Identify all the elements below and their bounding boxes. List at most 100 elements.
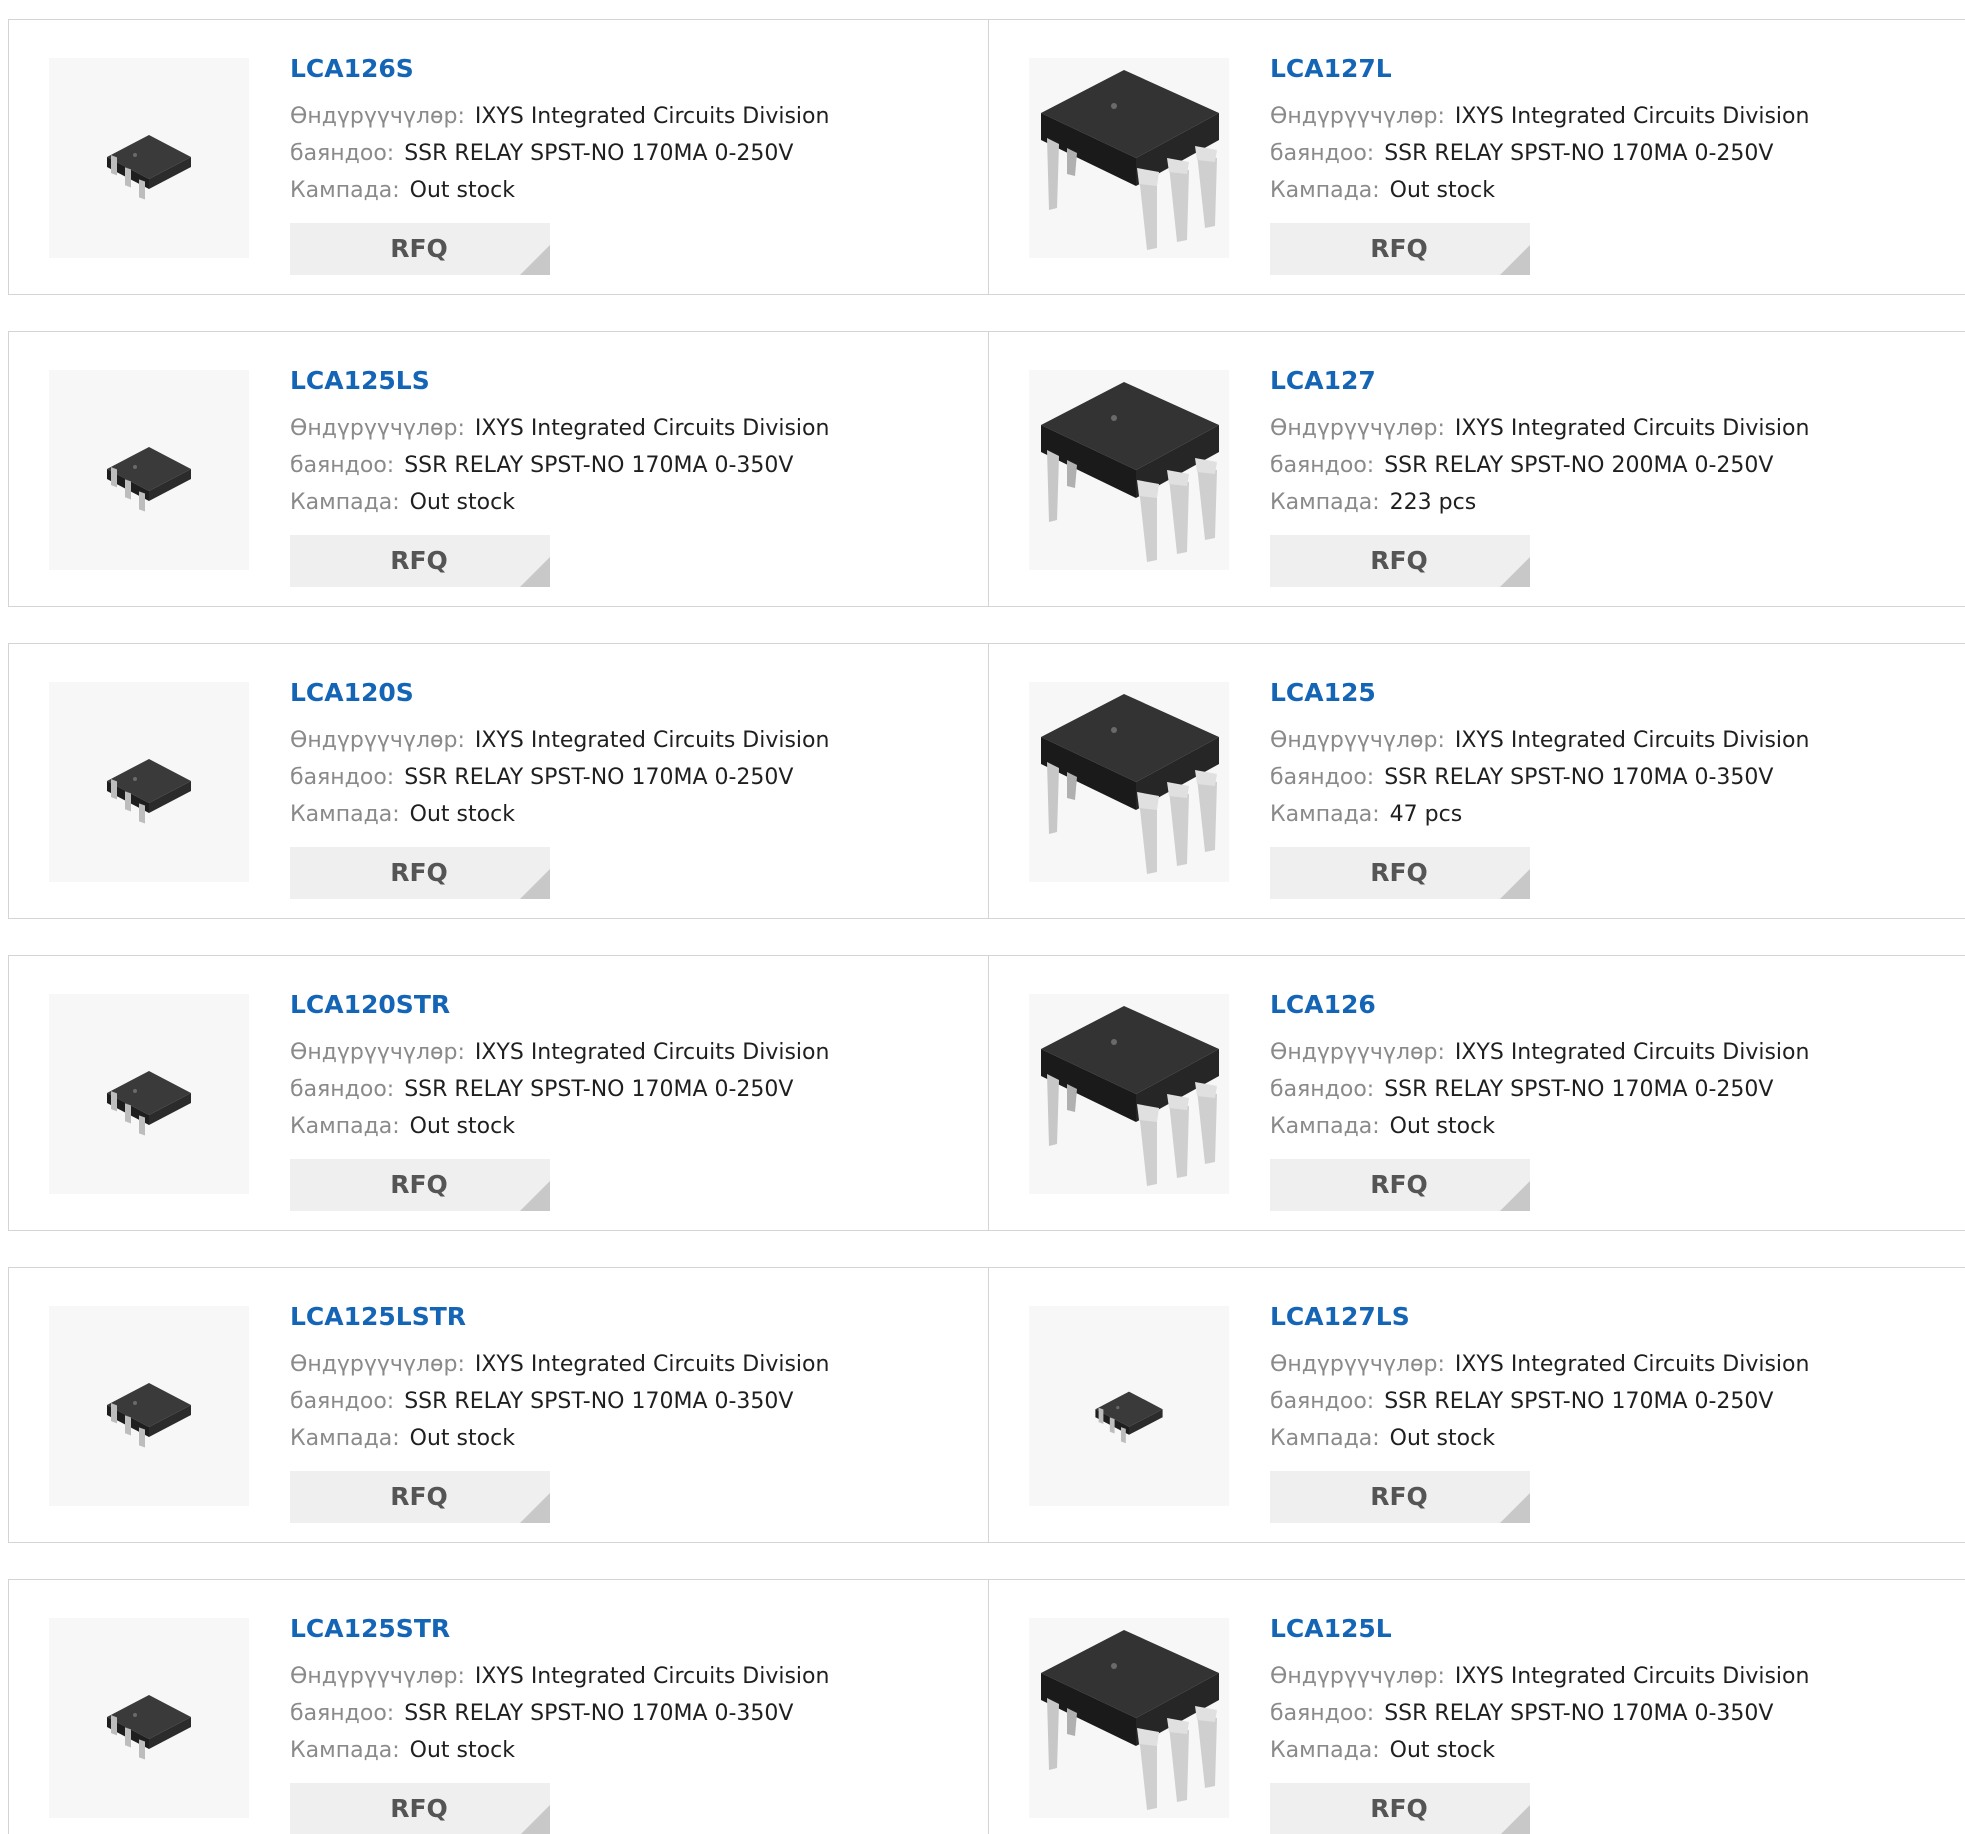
product-info: LCA125L Өндүрүүчүлөр: IXYS Integrated Cir… — [1270, 1612, 1930, 1769]
stock-label: Кампада: — [1270, 802, 1380, 827]
manufacturer-line: Өндүрүүчүлөр: IXYS Integrated Circuits Di… — [290, 98, 950, 135]
corner-triangle-icon — [1500, 1493, 1530, 1523]
product-info: LCA120STR Өндүрүүчүлөр: IXYS Integrated C… — [290, 988, 950, 1145]
rfq-button[interactable]: RFQ — [1270, 1783, 1530, 1834]
description-value: SSR RELAY SPST-NO 170MA 0-350V — [404, 453, 794, 478]
stock-value: Out stock — [409, 490, 515, 515]
rfq-label: RFQ — [1370, 546, 1428, 575]
manufacturer-label: Өндүрүүчүлөр: — [290, 728, 465, 753]
rfq-button[interactable]: RFQ — [1270, 1159, 1530, 1211]
manufacturer-label: Өндүрүүчүлөр: — [1270, 1352, 1445, 1377]
rfq-label: RFQ — [1370, 1794, 1428, 1823]
stock-label: Кампада: — [290, 490, 400, 515]
product-info: LCA125LSTR Өндүрүүчүлөр: IXYS Integrated … — [290, 1300, 950, 1457]
rfq-button[interactable]: RFQ — [290, 847, 550, 899]
part-number-link[interactable]: LCA125 — [1270, 676, 1930, 710]
dip-large-icon[interactable] — [1029, 370, 1229, 570]
manufacturer-label: Өндүрүүчүлөр: — [290, 1352, 465, 1377]
rfq-label: RFQ — [1370, 234, 1428, 263]
rfq-button[interactable]: RFQ — [1270, 223, 1530, 275]
smd-small-icon[interactable] — [49, 1618, 249, 1818]
dip-large-icon[interactable] — [1029, 1618, 1229, 1818]
product-card: LCA126 Өндүрүүчүлөр: IXYS Integrated Circ… — [988, 956, 1965, 1230]
description-value: SSR RELAY SPST-NO 170MA 0-350V — [1384, 1701, 1774, 1726]
manufacturer-line: Өндүрүүчүлөр: IXYS Integrated Circuits Di… — [1270, 98, 1930, 135]
stock-line: Кампада: Out stock — [1270, 1420, 1930, 1457]
product-card: LCA127 Өндүрүүчүлөр: IXYS Integrated Circ… — [988, 332, 1965, 606]
smd-small-icon[interactable] — [1029, 1306, 1229, 1506]
product-row: LCA120S Өндүрүүчүлөр: IXYS Integrated Cir… — [8, 643, 1965, 919]
description-line: баяндоо: SSR RELAY SPST-NO 170MA 0-350V — [290, 1383, 950, 1420]
manufacturer-value: IXYS Integrated Circuits Division — [1454, 1352, 1810, 1377]
product-card: LCA125 Өндүрүүчүлөр: IXYS Integrated Circ… — [988, 644, 1965, 918]
part-number-link[interactable]: LCA125LSTR — [290, 1300, 950, 1334]
product-card: LCA127L Өндүрүүчүлөр: IXYS Integrated Cir… — [988, 20, 1965, 294]
product-row: LCA126S Өндүрүүчүлөр: IXYS Integrated Cir… — [8, 19, 1965, 295]
part-number-link[interactable]: LCA125STR — [290, 1612, 950, 1646]
corner-triangle-icon — [520, 1493, 550, 1523]
description-label: баяндоо: — [1270, 453, 1375, 478]
description-line: баяндоо: SSR RELAY SPST-NO 170MA 0-350V — [290, 447, 950, 484]
smd-small-icon[interactable] — [49, 370, 249, 570]
rfq-button[interactable]: RFQ — [290, 1471, 550, 1523]
product-card: LCA120S Өндүрүүчүлөр: IXYS Integrated Cir… — [9, 644, 988, 918]
rfq-label: RFQ — [390, 858, 448, 887]
part-number-link[interactable]: LCA127L — [1270, 52, 1930, 86]
corner-triangle-icon — [520, 869, 550, 899]
part-number-link[interactable]: LCA126 — [1270, 988, 1930, 1022]
part-number-link[interactable]: LCA127 — [1270, 364, 1930, 398]
manufacturer-value: IXYS Integrated Circuits Division — [474, 728, 830, 753]
product-card: LCA125STR Өндүрүүчүлөр: IXYS Integrated C… — [9, 1580, 988, 1834]
stock-value: 47 pcs — [1389, 802, 1463, 827]
stock-label: Кампада: — [1270, 1426, 1380, 1451]
product-card: LCA120STR Өндүрүүчүлөр: IXYS Integrated C… — [9, 956, 988, 1230]
part-number-link[interactable]: LCA120S — [290, 676, 950, 710]
corner-triangle-icon — [1500, 869, 1530, 899]
manufacturer-value: IXYS Integrated Circuits Division — [1454, 416, 1810, 441]
rfq-button[interactable]: RFQ — [290, 535, 550, 587]
part-number-link[interactable]: LCA127LS — [1270, 1300, 1930, 1334]
stock-label: Кампада: — [1270, 490, 1380, 515]
stock-label: Кампада: — [1270, 178, 1380, 203]
part-number-link[interactable]: LCA125LS — [290, 364, 950, 398]
product-info: LCA126S Өндүрүүчүлөр: IXYS Integrated Cir… — [290, 52, 950, 209]
manufacturer-line: Өндүрүүчүлөр: IXYS Integrated Circuits Di… — [1270, 1034, 1930, 1071]
product-row: LCA120STR Өндүрүүчүлөр: IXYS Integrated C… — [8, 955, 1965, 1231]
stock-value: Out stock — [1389, 178, 1495, 203]
dip-large-icon[interactable] — [1029, 994, 1229, 1194]
rfq-button[interactable]: RFQ — [290, 1159, 550, 1211]
manufacturer-label: Өндүрүүчүлөр: — [290, 1664, 465, 1689]
description-label: баяндоо: — [1270, 1389, 1375, 1414]
manufacturer-line: Өндүрүүчүлөр: IXYS Integrated Circuits Di… — [1270, 1658, 1930, 1695]
product-row: LCA125LSTR Өндүрүүчүлөр: IXYS Integrated … — [8, 1267, 1965, 1543]
smd-small-icon[interactable] — [49, 994, 249, 1194]
manufacturer-label: Өндүрүүчүлөр: — [1270, 104, 1445, 129]
dip-large-icon[interactable] — [1029, 58, 1229, 258]
description-value: SSR RELAY SPST-NO 170MA 0-350V — [404, 1389, 794, 1414]
rfq-button[interactable]: RFQ — [1270, 1471, 1530, 1523]
manufacturer-value: IXYS Integrated Circuits Division — [1454, 728, 1810, 753]
product-card: LCA125LS Өндүрүүчүлөр: IXYS Integrated Ci… — [9, 332, 988, 606]
description-value: SSR RELAY SPST-NO 170MA 0-250V — [404, 1077, 794, 1102]
corner-triangle-icon — [520, 1181, 550, 1211]
smd-small-icon[interactable] — [49, 1306, 249, 1506]
corner-triangle-icon — [520, 245, 550, 275]
rfq-button[interactable]: RFQ — [1270, 535, 1530, 587]
description-value: SSR RELAY SPST-NO 170MA 0-350V — [1384, 765, 1774, 790]
stock-value: Out stock — [409, 802, 515, 827]
part-number-link[interactable]: LCA125L — [1270, 1612, 1930, 1646]
rfq-button[interactable]: RFQ — [1270, 847, 1530, 899]
stock-line: Кампада: Out stock — [1270, 1108, 1930, 1145]
description-line: баяндоо: SSR RELAY SPST-NO 170MA 0-250V — [290, 135, 950, 172]
description-label: баяндоо: — [290, 1389, 395, 1414]
stock-value: Out stock — [409, 1426, 515, 1451]
part-number-link[interactable]: LCA120STR — [290, 988, 950, 1022]
smd-small-icon[interactable] — [49, 682, 249, 882]
dip-large-icon[interactable] — [1029, 682, 1229, 882]
part-number-link[interactable]: LCA126S — [290, 52, 950, 86]
rfq-button[interactable]: RFQ — [290, 1783, 550, 1834]
smd-small-icon[interactable] — [49, 58, 249, 258]
rfq-button[interactable]: RFQ — [290, 223, 550, 275]
rfq-label: RFQ — [390, 1482, 448, 1511]
description-line: баяндоо: SSR RELAY SPST-NO 170MA 0-250V — [290, 759, 950, 796]
